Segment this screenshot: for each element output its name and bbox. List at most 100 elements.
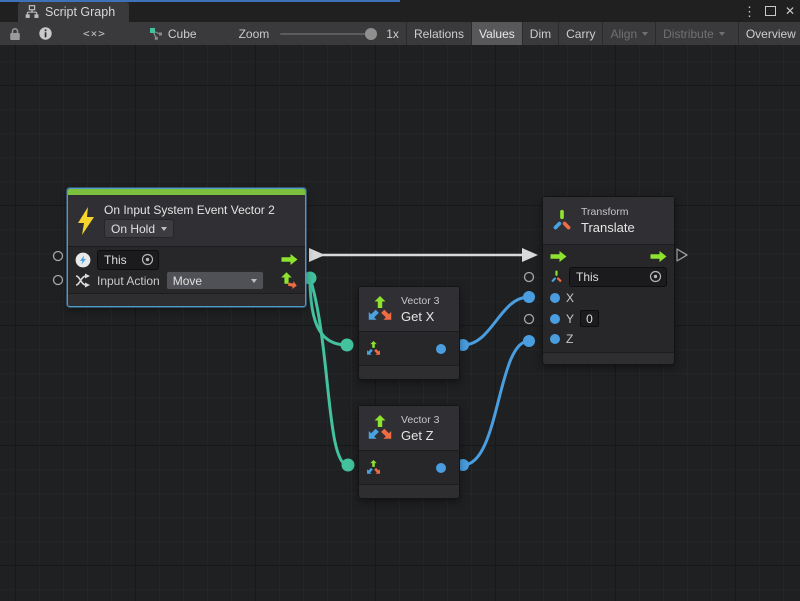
window-controls: ⋮ ✕ [743, 0, 795, 22]
wire-vector-to-getx[interactable] [310, 278, 347, 345]
getz-title: Get Z [401, 428, 440, 443]
translate-this-port[interactable] [525, 273, 534, 282]
getz-port-row [359, 460, 459, 475]
graph-canvas[interactable]: On Input System Event Vector 2 On Hold T… [0, 45, 800, 601]
translate-flow-output-port[interactable] [677, 249, 687, 261]
getz-footer [359, 484, 459, 498]
event-mode-dropdown[interactable]: On Hold [104, 219, 174, 238]
transform-mini-icon[interactable] [550, 270, 563, 284]
node-translate[interactable]: Transform Translate [542, 196, 675, 365]
vector3-input-icon[interactable] [366, 460, 381, 475]
graph-name: Cube [168, 27, 197, 41]
values-button[interactable]: Values [471, 22, 522, 45]
zoom-slider-handle[interactable] [365, 28, 377, 40]
translate-footer [543, 352, 674, 364]
event-action-port[interactable] [54, 276, 63, 285]
getz-header: Vector 3 Get Z [359, 406, 459, 451]
translate-y-row: Y 0 [543, 310, 674, 327]
close-icon[interactable]: ✕ [785, 5, 795, 17]
getx-body [359, 332, 459, 365]
flow-output-arrow-icon[interactable] [650, 251, 667, 262]
zoom-slider-track[interactable] [280, 33, 375, 35]
x-label: X [566, 291, 574, 305]
getz-result-dot[interactable] [436, 463, 446, 473]
translate-x-row: X [543, 291, 674, 305]
flow-input-arrow-icon[interactable] [550, 251, 567, 262]
event-this-port[interactable] [54, 252, 63, 261]
event-this-row: This [68, 250, 305, 270]
window-titlebar: Script Graph ⋮ ✕ [0, 0, 800, 22]
distribute-button[interactable]: Distribute [655, 22, 732, 45]
getz-category: Vector 3 [401, 414, 440, 426]
chevron-down-icon [719, 32, 725, 36]
graph-breadcrumb-button[interactable]: Cube [142, 22, 204, 45]
self-target-icon [75, 252, 91, 268]
getx-category: Vector 3 [401, 295, 440, 307]
y-value-field[interactable]: 0 [580, 310, 599, 327]
translate-this-row: This [543, 267, 674, 287]
lock-button[interactable] [0, 22, 30, 45]
chevron-down-icon [161, 227, 167, 231]
translate-this-field[interactable]: This [569, 267, 667, 287]
translate-z-row: Z [543, 332, 674, 346]
translate-y-port[interactable] [525, 315, 534, 324]
maximize-icon[interactable] [765, 6, 776, 16]
getx-result-dot[interactable] [436, 344, 446, 354]
getx-port-row [359, 341, 459, 356]
carry-button[interactable]: Carry [558, 22, 602, 45]
overview-button[interactable]: Overview [738, 22, 800, 45]
code-icon: <×> [83, 27, 106, 40]
graph-hierarchy-icon [25, 5, 39, 19]
zoom-value: 1x [386, 27, 399, 41]
translate-z-port[interactable] [523, 335, 535, 347]
event-header: On Input System Event Vector 2 On Hold [68, 195, 305, 247]
input-action-label: Input Action [97, 274, 160, 288]
dim-button[interactable]: Dim [522, 22, 558, 45]
z-port-dot[interactable] [550, 334, 560, 344]
info-button[interactable] [30, 22, 61, 45]
node-on-input-system-event[interactable]: On Input System Event Vector 2 On Hold T… [67, 188, 306, 307]
tab-script-graph[interactable]: Script Graph [18, 2, 129, 22]
align-button[interactable]: Align [602, 22, 655, 45]
object-picker-icon[interactable] [649, 270, 662, 283]
node-get-z[interactable]: Vector 3 Get Z [358, 405, 460, 499]
translate-x-port[interactable] [523, 291, 535, 303]
node-get-x[interactable]: Vector 3 Get X [358, 286, 460, 380]
getx-input-port[interactable] [341, 339, 354, 352]
wire-vector-to-getz[interactable] [310, 278, 348, 465]
input-action-dropdown[interactable]: Move [166, 271, 264, 290]
translate-header: Transform Translate [543, 197, 674, 245]
translate-title: Translate [581, 220, 635, 235]
graph-cube-icon [149, 27, 163, 40]
input-action-icon [75, 273, 91, 288]
event-body: This [68, 247, 305, 293]
vector3-input-icon[interactable] [366, 341, 381, 356]
wire-control-arrowhead-start [309, 248, 325, 262]
getz-body [359, 451, 459, 484]
vector2-output-icon[interactable] [280, 272, 298, 290]
wire-getx-to-translate-x[interactable] [463, 297, 529, 345]
zoom-control: Zoom 1x [232, 22, 406, 45]
translate-body: This X Y 0 Z [543, 245, 674, 352]
relations-button[interactable]: Relations [406, 22, 471, 45]
getx-footer [359, 365, 459, 379]
wire-getz-to-translate-z[interactable] [463, 341, 529, 465]
flow-output-arrow-icon[interactable] [281, 254, 298, 265]
object-picker-icon[interactable] [141, 253, 154, 266]
x-port-dot[interactable] [550, 293, 560, 303]
getx-header: Vector 3 Get X [359, 287, 459, 332]
view-options: Relations Values Dim Carry Align Distrib… [406, 22, 800, 45]
transform-icon [551, 209, 573, 233]
menu-icon[interactable]: ⋮ [743, 5, 756, 18]
wire-control-arrowhead-end [522, 248, 538, 262]
event-footer [68, 293, 305, 306]
lock-icon [9, 27, 21, 41]
vector3-icon [367, 296, 393, 322]
event-action-row: Input Action Move [68, 271, 305, 290]
translate-category: Transform [581, 206, 635, 218]
z-label: Z [566, 332, 573, 346]
y-port-dot[interactable] [550, 314, 560, 324]
code-preview-button[interactable]: <×> [61, 22, 128, 45]
event-this-field[interactable]: This [97, 250, 159, 270]
getz-input-port[interactable] [342, 459, 355, 472]
